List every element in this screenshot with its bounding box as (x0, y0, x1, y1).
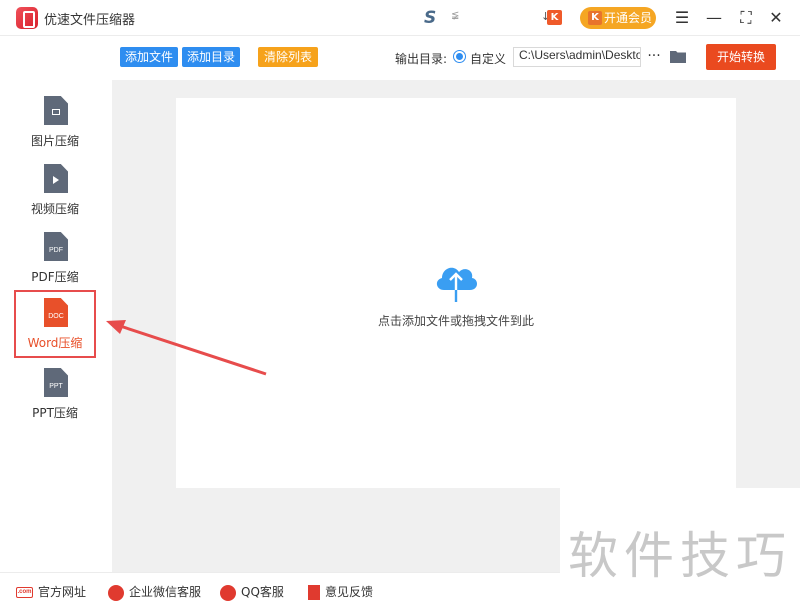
footer: .com 官方网址 企业微信客服 QQ客服 意见反馈 (0, 572, 560, 608)
sidebar-item-label: PPT压缩 (32, 406, 78, 420)
minimize-icon[interactable]: — (702, 6, 726, 30)
ppt-doc-icon: PPT (44, 368, 68, 397)
maximize-icon[interactable]: ⛶ (734, 6, 758, 30)
small-glyph-icon: ≨ (451, 10, 460, 21)
sidebar-item-ppt-compress[interactable]: PPT PPT压缩 (14, 360, 96, 428)
sidebar: 图片压缩 视频压缩 PDF PDF压缩 DOC Word压缩 PPT PPT压缩 (0, 36, 112, 572)
word-doc-icon: DOC (44, 298, 68, 327)
close-icon[interactable]: ✕ (764, 6, 788, 30)
sidebar-item-label: 视频压缩 (30, 202, 79, 216)
sidebar-item-label: Word压缩 (27, 336, 83, 350)
app-logo-icon (16, 7, 38, 29)
footer-feedback-link[interactable]: 意见反馈 (308, 583, 373, 601)
menu-icon[interactable]: ☰ (670, 6, 694, 30)
sidebar-item-word-compress[interactable]: DOC Word压缩 (14, 290, 96, 358)
video-doc-icon (44, 164, 68, 193)
add-directory-button[interactable]: 添加目录 (182, 47, 241, 67)
vip-k-icon: K (588, 11, 602, 25)
start-convert-button[interactable]: 开始转换 (706, 44, 776, 70)
website-icon: .com (16, 587, 33, 598)
clear-list-button[interactable]: 清除列表 (258, 47, 319, 67)
footer-qq-support-link[interactable]: QQ客服 (220, 583, 284, 601)
toolbar: 添加文件 添加目录 清除列表 输出目录: 自定义 C:\Users\admin\… (112, 36, 800, 80)
wechat-support-icon (108, 584, 124, 601)
add-file-button[interactable]: 添加文件 (120, 47, 179, 67)
custom-radio-label[interactable]: 自定义 (470, 50, 506, 67)
footer-website-link[interactable]: .com 官方网址 (16, 583, 86, 601)
cloud-upload-icon (436, 267, 478, 302)
k-badge-icon[interactable]: K (547, 10, 562, 25)
annotation-arrow-icon (106, 320, 267, 376)
title-bar: 优速文件压缩器 S ≨ ↓ K K 开通会员 ☰ — ⛶ ✕ (0, 0, 800, 36)
watermark: 软件技巧 (560, 488, 800, 608)
sidebar-item-video-compress[interactable]: 视频压缩 (14, 156, 96, 224)
sidebar-item-label: 图片压缩 (30, 134, 79, 148)
app-title: 优速文件压缩器 (44, 13, 136, 28)
vip-label: 开通会员 (604, 11, 653, 25)
watermark-text: 软件技巧 (568, 527, 792, 585)
custom-radio[interactable] (453, 50, 466, 63)
qq-icon (220, 584, 236, 601)
output-path-input[interactable]: C:\Users\admin\Deskto (513, 47, 641, 67)
speed-s-icon[interactable]: S (424, 8, 436, 28)
more-options-button[interactable]: ··· (645, 47, 663, 67)
folder-icon[interactable] (670, 50, 686, 63)
file-drop-zone[interactable]: 点击添加文件或拖拽文件到此 (176, 98, 736, 488)
sidebar-item-label: PDF压缩 (31, 270, 79, 284)
image-doc-icon (44, 96, 68, 125)
sidebar-item-image-compress[interactable]: 图片压缩 (14, 88, 96, 156)
sidebar-item-pdf-compress[interactable]: PDF PDF压缩 (14, 224, 96, 292)
output-directory-label: 输出目录: (395, 52, 448, 66)
vip-button[interactable]: K 开通会员 (580, 7, 656, 29)
pdf-doc-icon: PDF (44, 232, 68, 261)
footer-wechat-support-link[interactable]: 企业微信客服 (108, 583, 201, 601)
feedback-icon (308, 585, 320, 600)
